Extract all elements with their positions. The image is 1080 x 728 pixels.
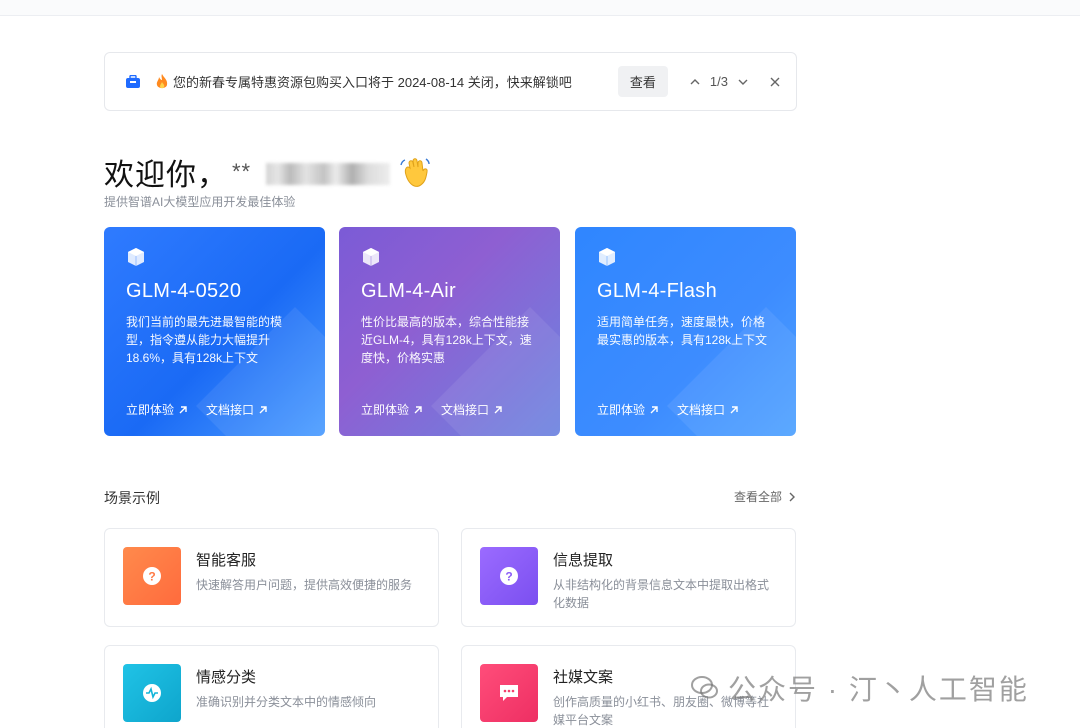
scene-title: 信息提取 — [553, 552, 614, 569]
scene-card-sentiment[interactable]: 情感分类 准确识别并分类文本中的情感倾向 — [104, 645, 439, 728]
try-now-label: 立即体验 — [126, 403, 175, 417]
docs-label: 文档接口 — [206, 403, 255, 417]
notice-pager: 1/3 — [688, 74, 750, 89]
external-arrow-icon — [259, 405, 267, 413]
pulse-icon — [123, 664, 181, 722]
cube-icon — [599, 248, 615, 266]
svg-text:?: ? — [505, 570, 512, 584]
scene-title: 社媒文案 — [553, 669, 614, 686]
notice-text: 您的新春专属特惠资源包购买入口将于 2024-08-14 关闭，快来解锁吧 — [173, 75, 572, 90]
external-arrow-icon — [494, 405, 502, 413]
docs-link[interactable]: 文档接口 — [206, 401, 268, 418]
welcome-subtitle: 提供智谱AI大模型应用开发最佳体验 — [104, 195, 296, 209]
masked-username: ** — [232, 159, 390, 185]
scene-desc: 创作高质量的小红书、朋友圈、微博等社媒平台文案 — [553, 695, 770, 727]
model-card-glm-4-air[interactable]: GLM-4-Air 性价比最高的版本，综合性能接近GLM-4，具有128k上下文… — [339, 227, 560, 436]
fire-icon — [155, 73, 169, 90]
top-bar — [0, 0, 1080, 16]
scene-desc: 准确识别并分类文本中的情感倾向 — [196, 695, 377, 709]
scene-title: 情感分类 — [196, 669, 257, 686]
scene-card-info-extraction[interactable]: ? 信息提取 从非结构化的背景信息文本中提取出格式化数据 — [461, 528, 796, 627]
view-all-label: 查看全部 — [733, 490, 782, 504]
docs-link[interactable]: 文档接口 — [677, 401, 739, 418]
view-notice-button[interactable]: 查看 — [617, 66, 668, 97]
model-desc: 性价比最高的版本，综合性能接近GLM-4，具有128k上下文，速度快，价格实惠 — [361, 315, 532, 365]
docs-link[interactable]: 文档接口 — [441, 401, 503, 418]
external-arrow-icon — [730, 405, 738, 413]
try-now-label: 立即体验 — [597, 403, 646, 417]
external-arrow-icon — [650, 405, 658, 413]
model-card-glm-4-flash[interactable]: GLM-4-Flash 适用简单任务，速度最快，价格最实惠的版本，具有128k上… — [575, 227, 796, 436]
model-name: GLM-4-Flash — [597, 280, 717, 302]
username-blur — [266, 163, 390, 185]
gift-bag-icon — [125, 74, 141, 89]
scenes-section-title: 场景示例 — [104, 490, 160, 506]
try-now-link[interactable]: 立即体验 — [126, 401, 188, 418]
masked-username-prefix: ** — [232, 159, 252, 184]
external-arrow-icon — [179, 405, 187, 413]
welcome-heading: 欢迎你， ** — [104, 150, 432, 194]
scene-card-customer-service[interactable]: ? 智能客服 快速解答用户问题，提供高效便捷的服务 — [104, 528, 439, 627]
waving-hand-icon — [398, 155, 432, 189]
chat-bubble-icon — [480, 664, 538, 722]
model-name: GLM-4-0520 — [126, 280, 242, 302]
docs-label: 文档接口 — [677, 403, 726, 417]
scene-desc: 从非结构化的背景信息文本中提取出格式化数据 — [553, 578, 770, 610]
try-now-link[interactable]: 立即体验 — [597, 401, 659, 418]
question-icon: ? — [123, 547, 181, 605]
model-card-glm-4-0520[interactable]: GLM-4-0520 我们当前的最先进最智能的模型，指令遵从能力大幅提升18.6… — [104, 227, 325, 436]
cube-icon — [363, 248, 379, 266]
scene-desc: 快速解答用户问题，提供高效便捷的服务 — [196, 578, 413, 592]
model-desc: 我们当前的最先进最智能的模型，指令遵从能力大幅提升18.6%，具有128k上下文 — [126, 315, 283, 365]
notice-pager-count: 1/3 — [709, 74, 728, 89]
chevron-down-icon[interactable] — [736, 75, 750, 89]
cube-icon — [128, 248, 144, 266]
model-desc: 适用简单任务，速度最快，价格最实惠的版本，具有128k上下文 — [597, 315, 768, 347]
svg-text:?: ? — [148, 570, 155, 584]
model-links: 立即体验 文档接口 — [597, 401, 739, 418]
try-now-label: 立即体验 — [361, 403, 410, 417]
docs-label: 文档接口 — [441, 403, 490, 417]
chevron-up-icon[interactable] — [688, 75, 702, 89]
question-icon: ? — [480, 547, 538, 605]
model-links: 立即体验 文档接口 — [361, 401, 503, 418]
scene-title: 智能客服 — [196, 552, 257, 569]
try-now-link[interactable]: 立即体验 — [361, 401, 423, 418]
view-all-link[interactable]: 查看全部 — [734, 488, 796, 505]
close-icon[interactable] — [768, 75, 782, 89]
model-name: GLM-4-Air — [361, 280, 456, 302]
welcome-greeting: 欢迎你， — [104, 159, 228, 192]
promo-notice-banner: 您的新春专属特惠资源包购买入口将于 2024-08-14 关闭，快来解锁吧 查看… — [104, 52, 797, 111]
external-arrow-icon — [414, 405, 422, 413]
scene-card-social-copy[interactable]: 社媒文案 创作高质量的小红书、朋友圈、微博等社媒平台文案 — [461, 645, 796, 728]
chevron-right-icon — [789, 492, 795, 501]
model-links: 立即体验 文档接口 — [126, 401, 268, 418]
